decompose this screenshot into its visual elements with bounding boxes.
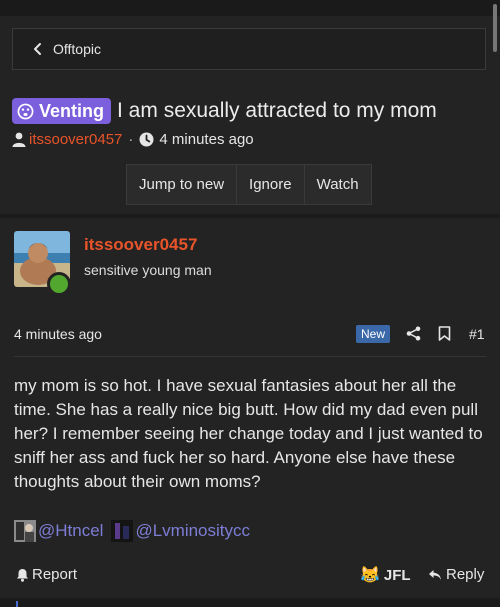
- mention-avatar: [111, 520, 134, 542]
- next-post-band: [0, 598, 500, 607]
- breadcrumb[interactable]: Offtopic: [12, 28, 486, 70]
- thread-title-row: Venting I am sexually attracted to my mo…: [12, 98, 437, 124]
- thread-author-link[interactable]: itssoover0457: [29, 131, 122, 148]
- post-author-link[interactable]: itssoover0457: [84, 235, 197, 255]
- bookmark-icon[interactable]: [438, 326, 451, 341]
- watch-button[interactable]: Watch: [305, 165, 371, 204]
- share-icon[interactable]: [406, 326, 421, 341]
- reply-button[interactable]: Reply: [428, 566, 484, 583]
- page-title: I am sexually attracted to my mom: [117, 99, 437, 122]
- venting-face-icon: [17, 103, 34, 119]
- thread-actions: Jump to new Ignore Watch: [126, 164, 372, 205]
- report-label: Report: [32, 566, 78, 583]
- post-number[interactable]: #1: [469, 326, 485, 342]
- prefix-label: Venting: [39, 100, 105, 121]
- reaction-label: JFL: [383, 566, 411, 584]
- chevron-left-icon: [34, 43, 41, 55]
- prefix-badge[interactable]: Venting: [12, 98, 112, 124]
- mentions: @Htncel @Lvminositycc: [14, 520, 258, 542]
- new-badge: New: [356, 325, 391, 343]
- section-divider: [0, 214, 500, 218]
- post-time[interactable]: 4 minutes ago: [14, 326, 102, 342]
- online-status-indicator: [47, 272, 71, 296]
- scrollbar[interactable]: [493, 4, 497, 52]
- post-body: my mom is so hot. I have sexual fantasie…: [14, 376, 483, 491]
- top-strip: [0, 0, 500, 16]
- next-post-marker: [16, 601, 18, 607]
- reply-icon: [429, 569, 441, 580]
- reaction-summary[interactable]: 😹 JFL: [360, 565, 411, 585]
- user-title: sensitive young man: [84, 262, 212, 278]
- post-footer: Report 😹 JFL Reply: [0, 560, 500, 590]
- thread-meta: itssoover0457 · 4 minutes ago: [12, 131, 254, 148]
- breadcrumb-label[interactable]: Offtopic: [53, 41, 101, 57]
- mention-avatar: [14, 520, 36, 542]
- thread-time[interactable]: 4 minutes ago: [159, 131, 253, 148]
- mention-link[interactable]: @Htncel: [38, 521, 103, 541]
- mention-link[interactable]: @Lvminositycc: [135, 521, 250, 541]
- ignore-button[interactable]: Ignore: [237, 165, 305, 204]
- bell-icon: [17, 568, 28, 582]
- meta-separator: ·: [128, 131, 134, 148]
- reaction-emoji: 😹: [360, 567, 380, 584]
- jump-to-new-button[interactable]: Jump to new: [127, 165, 238, 204]
- clock-icon: [139, 132, 154, 147]
- report-button[interactable]: Report: [16, 566, 77, 583]
- post-header-divider: [14, 356, 486, 357]
- reply-label: Reply: [446, 566, 485, 583]
- user-icon: [12, 132, 26, 147]
